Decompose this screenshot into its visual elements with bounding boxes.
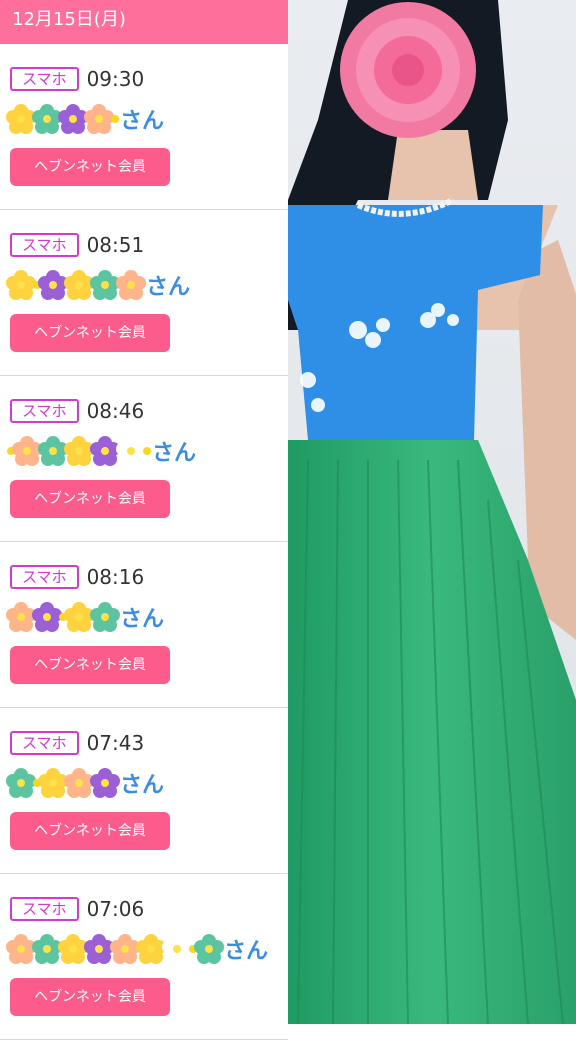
device-badge: スマホ [10,67,79,91]
photo-illustration [288,0,576,1024]
member-type-button[interactable]: ヘブンネット会員 [10,646,170,684]
honorific-suffix: さん [152,441,197,466]
masked-name-flowers [6,102,119,136]
flower-icon [90,768,120,798]
flower-icon [110,114,120,124]
masked-name-flowers [6,932,224,966]
visit-time: 08:46 [86,399,145,423]
member-type-button[interactable]: ヘブンネット会員 [10,978,170,1016]
entry-meta: スマホ 07:06 [10,896,144,922]
device-badge: スマホ [10,731,79,755]
visit-time: 08:51 [86,233,145,257]
visitor-name[interactable]: さん [6,102,164,136]
entry-meta: スマホ 08:46 [10,398,144,424]
date-header: 12月15日(月) [0,0,288,44]
device-badge: スマホ [10,233,79,257]
visitor-name[interactable]: さん [6,600,164,634]
honorific-suffix: さん [120,607,165,632]
device-badge: スマホ [10,897,79,921]
visitor-name[interactable]: さん [6,766,164,800]
honorific-suffix: さん [120,773,165,798]
visit-time: 09:30 [86,67,145,91]
visitor-entry[interactable]: スマホ 08:46 さんヘブンネット会員 [0,376,288,542]
visitor-entry[interactable]: スマホ 07:06 さんヘブンネット会員 [0,874,288,1040]
device-badge: スマホ [10,399,79,423]
member-type-button[interactable]: ヘブンネット会員 [10,480,170,518]
visitor-name[interactable]: さん [6,434,196,468]
visit-time: 07:06 [86,897,145,921]
entry-meta: スマホ 09:30 [10,66,144,92]
honorific-suffix: さん [224,939,269,964]
face-flower-icon [340,2,476,138]
masked-name-flowers [6,600,120,634]
honorific-suffix: さん [146,275,191,300]
flower-icon [116,270,146,300]
visitor-name[interactable]: さん [6,932,268,966]
visitor-entry[interactable]: スマホ 08:51 さんヘブンネット会員 [0,210,288,376]
flower-icon [194,934,224,964]
masked-name-flowers [6,268,146,302]
visitor-entry[interactable]: スマホ 09:30 さんヘブンネット会員 [0,44,288,210]
profile-photo [288,0,576,1024]
visit-time: 08:16 [86,565,145,589]
masked-name-flowers [6,766,120,800]
entry-meta: スマホ 07:43 [10,730,144,756]
visit-time: 07:43 [86,731,145,755]
entry-meta: スマホ 08:51 [10,232,144,258]
member-type-button[interactable]: ヘブンネット会員 [10,148,170,186]
masked-name-flowers [6,434,151,468]
flower-icon [142,446,152,456]
device-badge: スマホ [10,565,79,589]
member-type-button[interactable]: ヘブンネット会員 [10,812,170,850]
member-type-button[interactable]: ヘブンネット会員 [10,314,170,352]
entry-meta: スマホ 08:16 [10,564,144,590]
visitor-entry[interactable]: スマホ 07:43 さんヘブンネット会員 [0,708,288,874]
visitor-entry[interactable]: スマホ 08:16 さんヘブンネット会員 [0,542,288,708]
visitor-name[interactable]: さん [6,268,190,302]
visitor-list-panel: 12月15日(月) スマホ 09:30 さん ヘブンネット会員 スマホ 08:51 さん ヘブ… [0,0,288,1040]
flower-icon [90,602,120,632]
honorific-suffix: さん [120,109,165,134]
